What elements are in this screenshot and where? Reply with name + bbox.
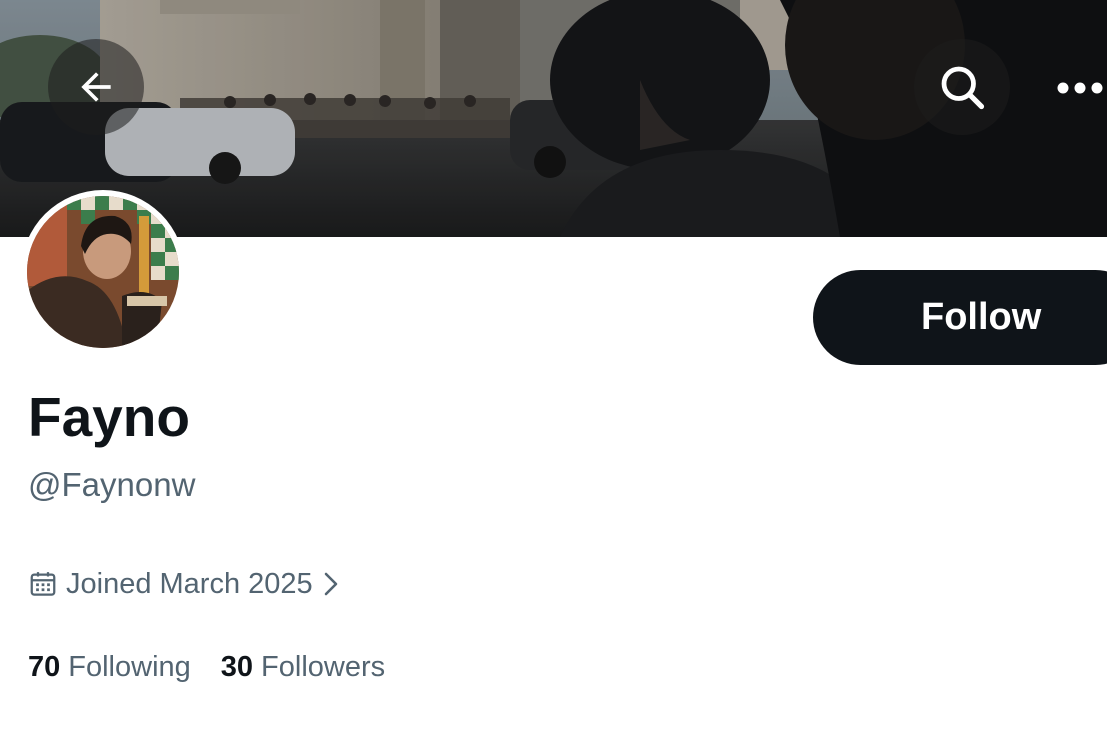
joined-date[interactable]: Joined March 2025	[28, 562, 341, 606]
username-handle: @Faynonw	[28, 466, 196, 503]
avatar-photo	[27, 196, 179, 348]
display-name: Fayno	[28, 386, 190, 448]
following-link[interactable]: 70 Following	[28, 651, 191, 684]
more-horizontal-icon	[1057, 82, 1103, 94]
profile-banner[interactable]	[0, 0, 1107, 237]
calendar-icon	[28, 569, 58, 599]
search-icon	[941, 66, 985, 110]
chevron-right-icon	[321, 570, 341, 598]
follow-stats: 70 Following 30 Followers	[28, 645, 415, 689]
more-options-button[interactable]	[1040, 55, 1107, 121]
followers-count: 30	[220, 650, 254, 683]
joined-date-text: Joined March 2025	[66, 567, 313, 600]
avatar[interactable]	[21, 190, 185, 354]
following-label: Following	[68, 650, 191, 683]
followers-link[interactable]: 30 Followers	[221, 651, 385, 684]
following-count: 70	[28, 650, 61, 683]
follow-button[interactable]: Follow	[813, 270, 1107, 365]
arrow-left-icon	[81, 72, 111, 102]
followers-label: Followers	[261, 650, 386, 683]
back-button[interactable]	[48, 39, 144, 135]
search-button[interactable]	[914, 39, 1010, 135]
